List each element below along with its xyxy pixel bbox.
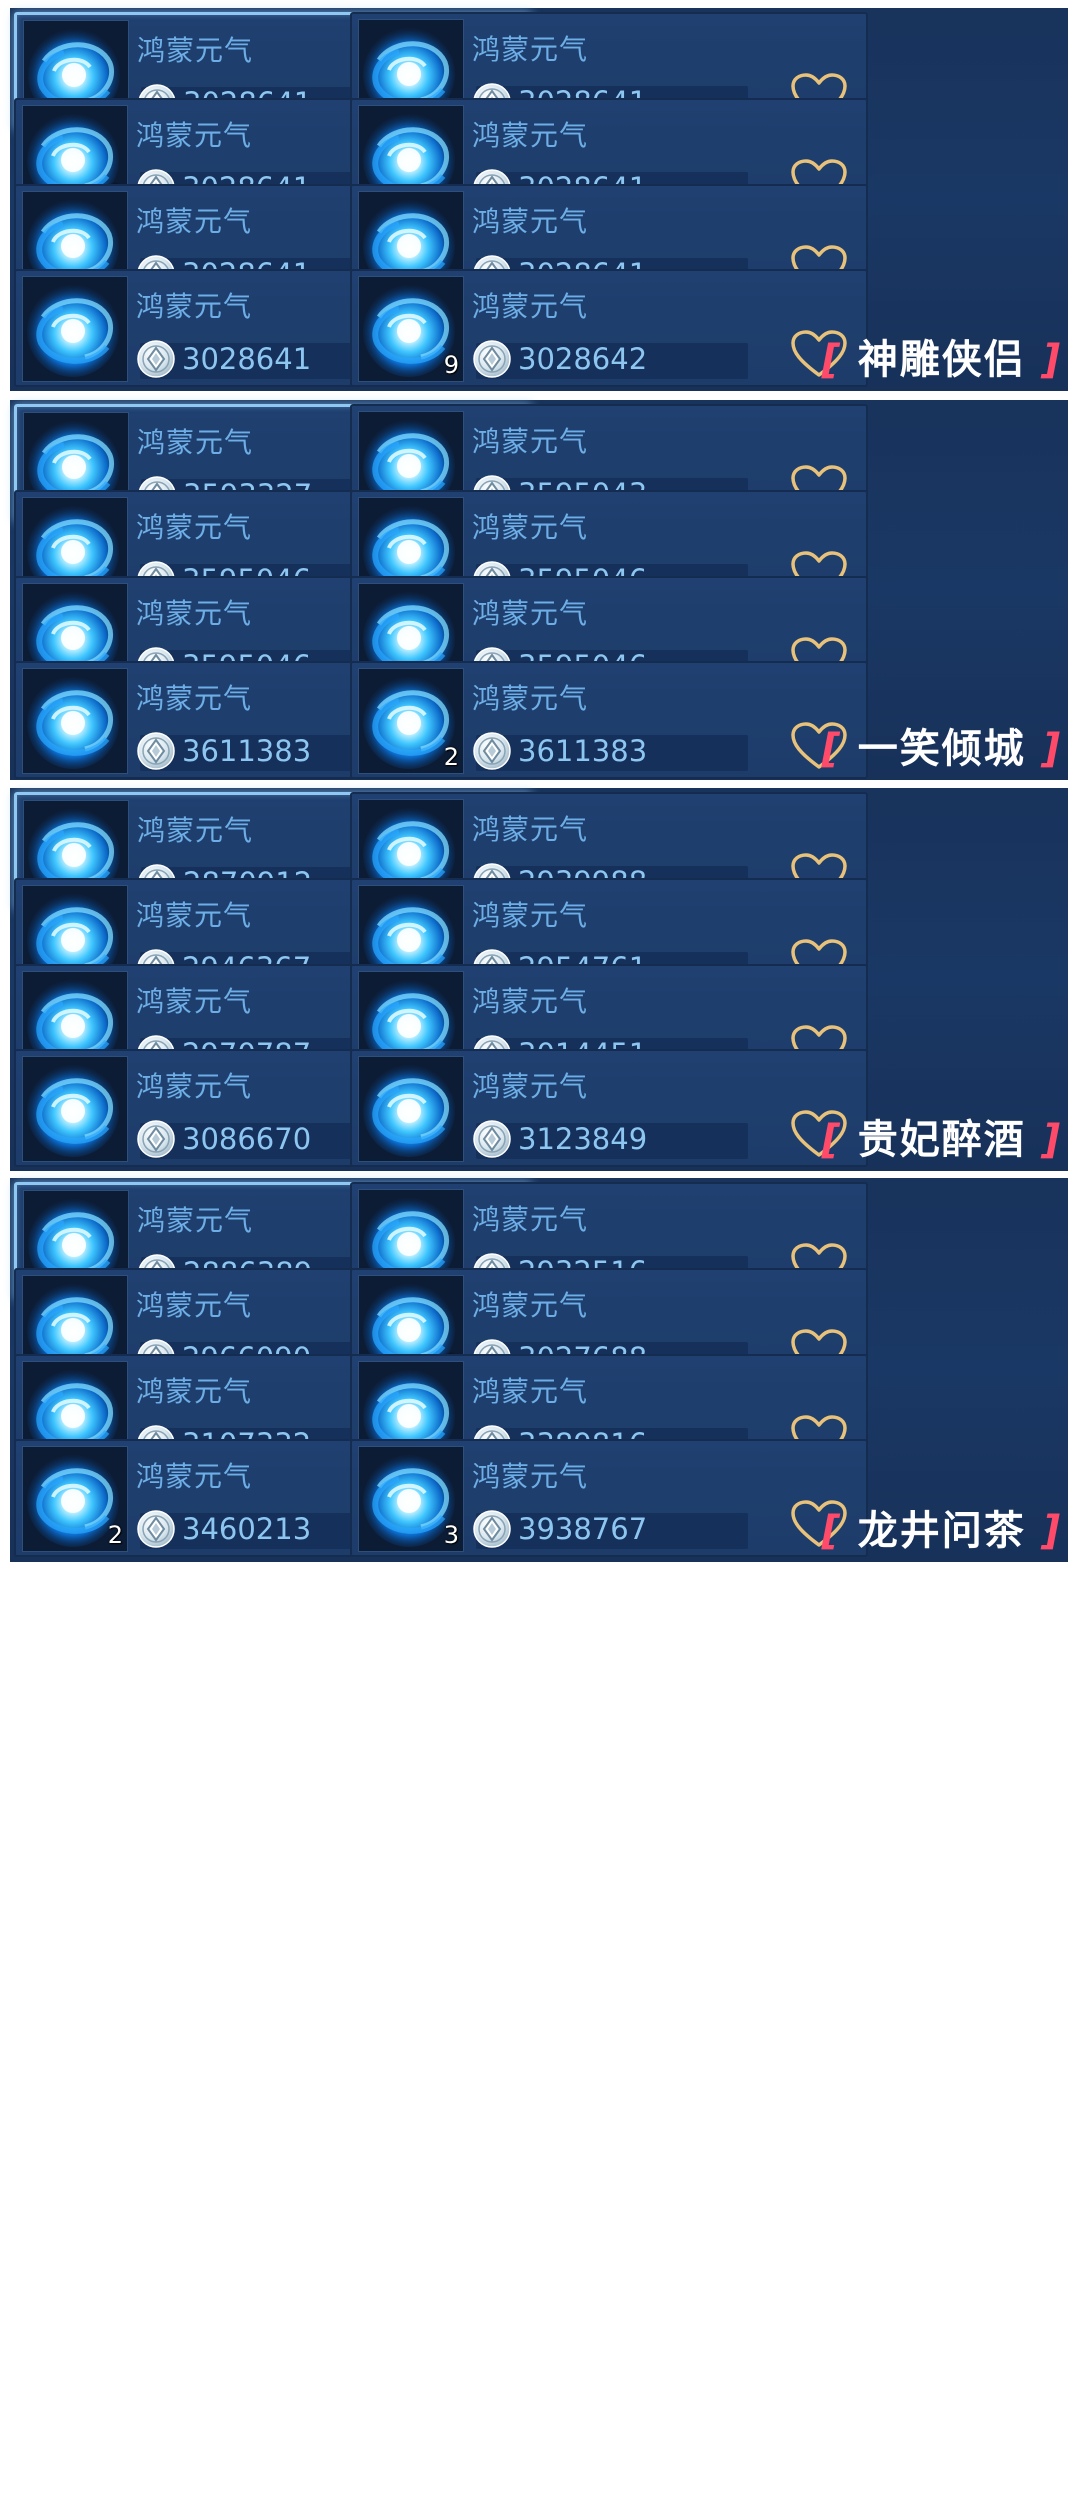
item-name: 鸿蒙元气 <box>136 682 253 715</box>
item-name: 鸿蒙元气 <box>136 511 253 544</box>
item-name: 鸿蒙元气 <box>137 814 254 847</box>
item-icon-box: 9 <box>358 276 464 382</box>
vortex-orb-icon <box>23 277 127 381</box>
vortex-orb-icon <box>23 1057 127 1161</box>
silver-coin-icon <box>137 1510 175 1548</box>
item-name: 鸿蒙元气 <box>136 597 253 630</box>
item-name: 鸿蒙元气 <box>136 899 253 932</box>
bracket-left: [ <box>821 1508 858 1554</box>
bracket-left: [ <box>821 1117 858 1163</box>
bracket-right: ] <box>1025 1508 1062 1554</box>
server-name: 一笑倾城 <box>857 726 1026 772</box>
item-price: 3123849 <box>518 1122 648 1156</box>
silver-coin-icon <box>137 340 175 378</box>
server-label: [ 贵妃醉酒 ] <box>822 1107 1062 1165</box>
item-name: 鸿蒙元气 <box>472 1289 589 1322</box>
server-label: [ 龙井问茶 ] <box>822 1498 1062 1556</box>
bracket-left: [ <box>821 726 858 772</box>
server-label: [ 一笑倾城 ] <box>822 716 1062 774</box>
item-name: 鸿蒙元气 <box>472 425 589 458</box>
item-name: 鸿蒙元气 <box>137 34 254 67</box>
bracket-right: ] <box>1025 337 1062 383</box>
item-name: 鸿蒙元气 <box>137 1204 254 1237</box>
item-count: 2 <box>443 743 459 771</box>
item-name: 鸿蒙元气 <box>472 205 589 238</box>
server-name: 龙井问茶 <box>857 1508 1026 1554</box>
item-name: 鸿蒙元气 <box>472 813 589 846</box>
bracket-right: ] <box>1025 726 1062 772</box>
item-price: 3460213 <box>182 1512 312 1546</box>
vortex-orb-icon <box>23 669 127 773</box>
item-name: 鸿蒙元气 <box>137 426 254 459</box>
server-label: [ 神雕侠侣 ] <box>822 327 1062 385</box>
item-name: 鸿蒙元气 <box>472 119 589 152</box>
item-name: 鸿蒙元气 <box>136 1460 253 1493</box>
item-name: 鸿蒙元气 <box>472 1203 589 1236</box>
silver-coin-icon <box>137 732 175 770</box>
listing-panel: 3 鸿蒙元气 3028641 <box>10 8 1068 391</box>
item-name: 鸿蒙元气 <box>472 985 589 1018</box>
item-icon-box <box>22 668 128 774</box>
silver-coin-icon <box>473 1510 511 1548</box>
item-name: 鸿蒙元气 <box>136 1070 253 1103</box>
item-count: 3 <box>443 1521 459 1549</box>
item-price: 3611383 <box>518 734 648 768</box>
item-card[interactable]: 9 鸿蒙元气 3028642 <box>350 269 868 387</box>
item-card[interactable]: 3 鸿蒙元气 3938767 <box>350 1439 868 1557</box>
item-name: 鸿蒙元气 <box>472 1375 589 1408</box>
item-price: 3086670 <box>182 1122 312 1156</box>
item-icon-box <box>358 1056 464 1162</box>
item-icon-box <box>22 276 128 382</box>
bracket-left: [ <box>821 337 858 383</box>
item-name: 鸿蒙元气 <box>472 899 589 932</box>
item-icon-box: 3 <box>358 1446 464 1552</box>
listing-panel: 2 鸿蒙元气 2886389 <box>10 1178 1068 1562</box>
item-count: 2 <box>107 1521 123 1549</box>
silver-coin-icon <box>137 1120 175 1158</box>
item-name: 鸿蒙元气 <box>136 290 253 323</box>
item-name: 鸿蒙元气 <box>136 1375 253 1408</box>
item-name: 鸿蒙元气 <box>472 1460 589 1493</box>
vortex-orb-icon <box>359 1057 463 1161</box>
silver-coin-icon <box>473 340 511 378</box>
item-price: 3028641 <box>182 342 312 376</box>
item-icon-box: 2 <box>358 668 464 774</box>
silver-coin-icon <box>473 732 511 770</box>
item-name: 鸿蒙元气 <box>136 119 253 152</box>
silver-coin-icon <box>473 1120 511 1158</box>
bracket-right: ] <box>1025 1117 1062 1163</box>
server-name: 神雕侠侣 <box>857 337 1026 383</box>
listing-panel: 2 鸿蒙元气 3593327 <box>10 400 1068 780</box>
item-name: 鸿蒙元气 <box>472 1070 589 1103</box>
item-name: 鸿蒙元气 <box>136 1289 253 1322</box>
item-name: 鸿蒙元气 <box>472 33 589 66</box>
item-card[interactable]: 鸿蒙元气 3123849 <box>350 1049 868 1167</box>
item-price: 3028642 <box>518 342 648 376</box>
listing-panel: 鸿蒙元气 2870912 <box>10 788 1068 1171</box>
item-price: 3938767 <box>518 1512 648 1546</box>
item-name: 鸿蒙元气 <box>472 597 589 630</box>
item-name: 鸿蒙元气 <box>472 290 589 323</box>
item-card[interactable]: 2 鸿蒙元气 3611383 <box>350 661 868 779</box>
item-price: 3611383 <box>182 734 312 768</box>
item-name: 鸿蒙元气 <box>472 682 589 715</box>
item-name: 鸿蒙元气 <box>136 205 253 238</box>
item-icon-box: 2 <box>22 1446 128 1552</box>
item-name: 鸿蒙元气 <box>136 985 253 1018</box>
server-name: 贵妃醉酒 <box>857 1117 1026 1163</box>
item-icon-box <box>22 1056 128 1162</box>
item-count: 9 <box>443 351 459 379</box>
item-name: 鸿蒙元气 <box>472 511 589 544</box>
